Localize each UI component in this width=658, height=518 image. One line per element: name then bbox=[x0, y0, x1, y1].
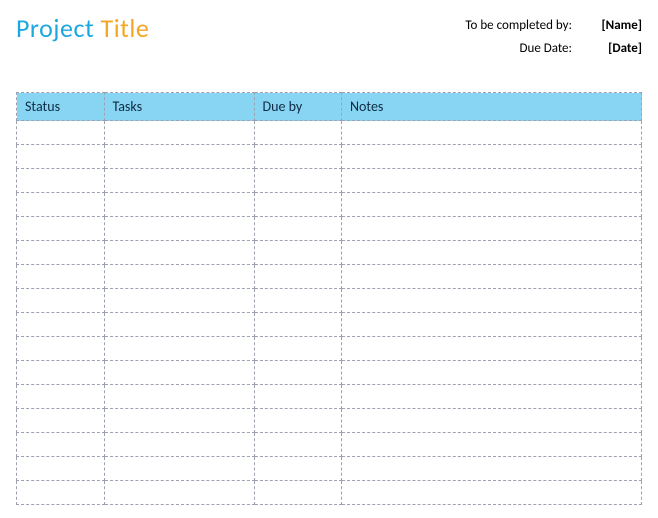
cell-tasks[interactable] bbox=[104, 409, 254, 433]
cell-tasks[interactable] bbox=[104, 385, 254, 409]
cell-dueby[interactable] bbox=[254, 457, 342, 481]
meta-row-completed-by: To be completed by: [Name] bbox=[442, 18, 642, 33]
completed-by-value: [Name] bbox=[592, 18, 642, 33]
cell-status[interactable] bbox=[17, 361, 105, 385]
cell-dueby[interactable] bbox=[254, 217, 342, 241]
cell-status[interactable] bbox=[17, 337, 105, 361]
col-header-notes: Notes bbox=[342, 93, 642, 121]
cell-tasks[interactable] bbox=[104, 241, 254, 265]
cell-dueby[interactable] bbox=[254, 337, 342, 361]
project-title: Project Title bbox=[16, 12, 149, 44]
cell-dueby[interactable] bbox=[254, 481, 342, 505]
col-header-status: Status bbox=[17, 93, 105, 121]
cell-status[interactable] bbox=[17, 481, 105, 505]
table-row bbox=[17, 385, 642, 409]
cell-tasks[interactable] bbox=[104, 433, 254, 457]
cell-dueby[interactable] bbox=[254, 145, 342, 169]
cell-notes[interactable] bbox=[342, 289, 642, 313]
cell-tasks[interactable] bbox=[104, 313, 254, 337]
cell-status[interactable] bbox=[17, 313, 105, 337]
cell-tasks[interactable] bbox=[104, 217, 254, 241]
cell-dueby[interactable] bbox=[254, 313, 342, 337]
cell-tasks[interactable] bbox=[104, 145, 254, 169]
cell-dueby[interactable] bbox=[254, 409, 342, 433]
cell-status[interactable] bbox=[17, 265, 105, 289]
cell-dueby[interactable] bbox=[254, 265, 342, 289]
due-date-value: [Date] bbox=[592, 41, 642, 56]
table-row bbox=[17, 289, 642, 313]
cell-notes[interactable] bbox=[342, 217, 642, 241]
cell-status[interactable] bbox=[17, 409, 105, 433]
cell-notes[interactable] bbox=[342, 481, 642, 505]
cell-status[interactable] bbox=[17, 121, 105, 145]
cell-status[interactable] bbox=[17, 193, 105, 217]
cell-tasks[interactable] bbox=[104, 361, 254, 385]
cell-tasks[interactable] bbox=[104, 457, 254, 481]
table-row bbox=[17, 433, 642, 457]
cell-notes[interactable] bbox=[342, 409, 642, 433]
cell-dueby[interactable] bbox=[254, 361, 342, 385]
meta-row-due-date: Due Date: [Date] bbox=[442, 41, 642, 56]
table-row bbox=[17, 313, 642, 337]
table-row bbox=[17, 361, 642, 385]
cell-tasks[interactable] bbox=[104, 121, 254, 145]
table-row bbox=[17, 169, 642, 193]
table-row bbox=[17, 241, 642, 265]
title-word-2: Title bbox=[101, 12, 150, 44]
table-row bbox=[17, 409, 642, 433]
cell-dueby[interactable] bbox=[254, 433, 342, 457]
cell-status[interactable] bbox=[17, 145, 105, 169]
cell-tasks[interactable] bbox=[104, 193, 254, 217]
cell-notes[interactable] bbox=[342, 145, 642, 169]
meta-block: To be completed by: [Name] Due Date: [Da… bbox=[442, 12, 642, 64]
cell-notes[interactable] bbox=[342, 241, 642, 265]
cell-status[interactable] bbox=[17, 289, 105, 313]
cell-dueby[interactable] bbox=[254, 121, 342, 145]
cell-status[interactable] bbox=[17, 385, 105, 409]
table-header-row: Status Tasks Due by Notes bbox=[17, 93, 642, 121]
cell-notes[interactable] bbox=[342, 337, 642, 361]
due-date-label: Due Date: bbox=[442, 41, 572, 56]
title-word-1: Project bbox=[16, 12, 94, 44]
cell-dueby[interactable] bbox=[254, 169, 342, 193]
cell-dueby[interactable] bbox=[254, 241, 342, 265]
header: Project Title To be completed by: [Name]… bbox=[16, 12, 642, 64]
table-row bbox=[17, 193, 642, 217]
table-row bbox=[17, 265, 642, 289]
cell-status[interactable] bbox=[17, 457, 105, 481]
cell-notes[interactable] bbox=[342, 385, 642, 409]
cell-status[interactable] bbox=[17, 241, 105, 265]
table-row bbox=[17, 217, 642, 241]
table-row bbox=[17, 145, 642, 169]
cell-dueby[interactable] bbox=[254, 193, 342, 217]
table-row bbox=[17, 457, 642, 481]
task-table: Status Tasks Due by Notes bbox=[16, 92, 642, 505]
cell-tasks[interactable] bbox=[104, 481, 254, 505]
cell-notes[interactable] bbox=[342, 193, 642, 217]
cell-dueby[interactable] bbox=[254, 289, 342, 313]
cell-notes[interactable] bbox=[342, 433, 642, 457]
cell-tasks[interactable] bbox=[104, 289, 254, 313]
col-header-dueby: Due by bbox=[254, 93, 342, 121]
cell-status[interactable] bbox=[17, 217, 105, 241]
cell-notes[interactable] bbox=[342, 169, 642, 193]
cell-status[interactable] bbox=[17, 169, 105, 193]
cell-notes[interactable] bbox=[342, 313, 642, 337]
table-row bbox=[17, 121, 642, 145]
table-row bbox=[17, 337, 642, 361]
cell-tasks[interactable] bbox=[104, 169, 254, 193]
cell-tasks[interactable] bbox=[104, 337, 254, 361]
cell-notes[interactable] bbox=[342, 361, 642, 385]
cell-dueby[interactable] bbox=[254, 385, 342, 409]
completed-by-label: To be completed by: bbox=[442, 18, 572, 33]
table-row bbox=[17, 481, 642, 505]
cell-notes[interactable] bbox=[342, 121, 642, 145]
cell-tasks[interactable] bbox=[104, 265, 254, 289]
cell-status[interactable] bbox=[17, 433, 105, 457]
cell-notes[interactable] bbox=[342, 457, 642, 481]
col-header-tasks: Tasks bbox=[104, 93, 254, 121]
cell-notes[interactable] bbox=[342, 265, 642, 289]
